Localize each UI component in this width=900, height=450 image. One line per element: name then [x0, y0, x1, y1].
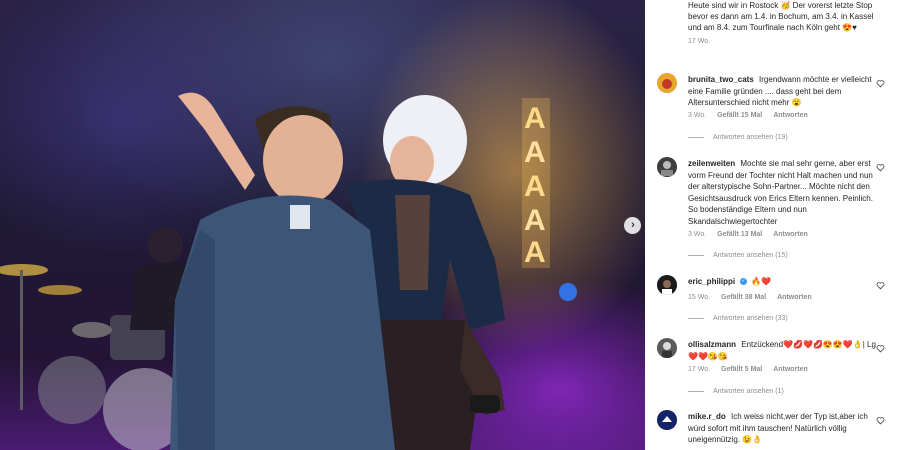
comment-username[interactable]: ollisalzmann	[688, 340, 736, 349]
reply-button[interactable]: Antworten	[773, 231, 808, 238]
stage-photo: A A A A A	[0, 92, 577, 450]
caption-text: Heute sind wir in Rostock 🥳 Der vorerst …	[688, 1, 874, 32]
comment-username[interactable]: mike.r_do	[688, 412, 726, 421]
comment-likes[interactable]: Gefällt 38 Mal	[721, 294, 766, 301]
comment-age: 15 Wo.	[688, 294, 711, 301]
view-replies-label: Antworten ansehen (15)	[713, 252, 788, 259]
avatar[interactable]	[657, 275, 677, 295]
divider	[688, 255, 704, 256]
comment-body: ollisalzmann Entzückend❤️💋❤️💋😍😍❤️👌| Lg❤️…	[688, 339, 878, 362]
comment-text: Mochte sie mal sehr gerne, aber erst vor…	[688, 159, 873, 226]
heart-outline-icon[interactable]	[876, 416, 885, 425]
divider	[688, 391, 704, 392]
view-replies-label: Antworten ansehen (19)	[713, 134, 788, 141]
avatar[interactable]	[657, 157, 677, 177]
comment-likes[interactable]: Gefällt 15 Mal	[717, 112, 762, 119]
verified-badge-icon: ✓	[740, 278, 748, 286]
view-replies-label: Antworten ansehen (1)	[713, 388, 784, 395]
heart-outline-icon[interactable]	[876, 344, 885, 353]
heart-outline-icon[interactable]	[876, 163, 885, 172]
view-replies-button[interactable]: Antworten ansehen (15)	[688, 252, 788, 259]
comment-meta: 3 Wo. Gefällt 15 Mal Antworten	[688, 112, 817, 119]
comment-username[interactable]: eric_philippi	[688, 277, 735, 286]
comment-body: zeilenweiten Mochte sie mal sehr gerne, …	[688, 158, 878, 227]
avatar[interactable]	[657, 338, 677, 358]
comment-username[interactable]: brunita_two_cats	[688, 75, 754, 84]
avatar[interactable]	[657, 410, 677, 430]
comment-body: brunita_two_cats Irgendwann möchte er vi…	[688, 74, 878, 109]
comment-age: 17 Wo.	[688, 366, 711, 373]
avatar[interactable]	[657, 73, 677, 93]
reply-button[interactable]: Antworten	[773, 366, 808, 373]
sign-letter: A	[524, 170, 546, 203]
reply-button[interactable]: Antworten	[777, 294, 812, 301]
view-replies-button[interactable]: Antworten ansehen (33)	[688, 315, 788, 322]
comment-likes[interactable]: Gefällt 5 Mal	[721, 366, 762, 373]
sign-letter: A	[524, 236, 546, 269]
sign-letter: A	[524, 204, 546, 237]
comment-meta: 17 Wo. Gefällt 5 Mal Antworten	[688, 366, 817, 373]
post-caption: Heute sind wir in Rostock 🥳 Der vorerst …	[688, 0, 888, 47]
sign-letter: A	[524, 102, 546, 135]
view-replies-label: Antworten ansehen (33)	[713, 315, 788, 322]
comment-likes[interactable]: Gefällt 13 Mal	[717, 231, 762, 238]
heart-outline-icon[interactable]	[876, 281, 885, 290]
view-replies-button[interactable]: Antworten ansehen (19)	[688, 134, 788, 141]
comment-username[interactable]: zeilenweiten	[688, 159, 735, 168]
comment-body: eric_philippi ✓ 🔥❤️	[688, 276, 878, 288]
comment-age: 3 Wo.	[688, 112, 707, 119]
chevron-right-icon: ›	[631, 219, 635, 231]
comment-age: 3 Wo.	[688, 231, 707, 238]
comment-body: mike.r_do Ich weiss nicht,wer der Typ is…	[688, 411, 878, 446]
stage-sign: A A A A A	[522, 98, 550, 269]
sign-letter: A	[524, 136, 546, 169]
reply-button[interactable]: Antworten	[773, 112, 808, 119]
next-media-button[interactable]: ›	[624, 217, 641, 234]
caption-age: 17 Wo.	[688, 38, 711, 45]
comment-meta: 3 Wo. Gefällt 13 Mal Antworten	[688, 231, 817, 238]
heart-outline-icon[interactable]	[876, 79, 885, 88]
performer-man	[170, 106, 395, 450]
divider	[688, 137, 704, 138]
comments-panel[interactable]: Heute sind wir in Rostock 🥳 Der vorerst …	[645, 0, 900, 450]
comment-text: 🔥❤️	[751, 277, 772, 286]
view-replies-button[interactable]: Antworten ansehen (1)	[688, 388, 784, 395]
comment-meta: 15 Wo. Gefällt 38 Mal Antworten	[688, 294, 821, 301]
divider	[688, 318, 704, 319]
stage-light	[559, 283, 577, 301]
post-media[interactable]: A A A A A ›	[0, 0, 645, 450]
